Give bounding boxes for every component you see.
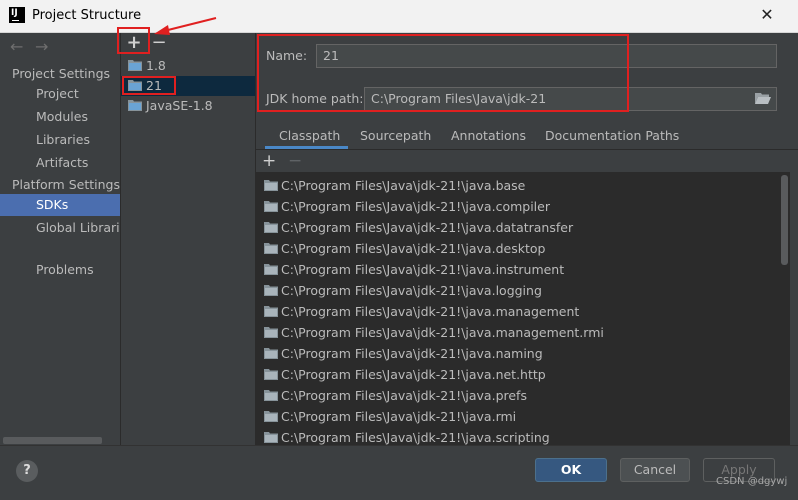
window-title: Project Structure — [32, 8, 142, 23]
help-icon[interactable]: ? — [16, 460, 38, 482]
back-arrow-icon[interactable]: ← — [10, 37, 23, 56]
nav-item-global-libraries[interactable]: Global Libraries — [0, 217, 120, 239]
annotation-box-fields — [257, 34, 629, 112]
classpath-entry: C:\Program Files\Java\jdk-21!\java.manag… — [281, 325, 604, 340]
annotation-box-add — [117, 27, 150, 54]
list-item[interactable]: C:\Program Files\Java\jdk-21!\java.compi… — [256, 196, 790, 217]
list-item[interactable]: C:\Program Files\Java\jdk-21!\java.datat… — [256, 217, 790, 238]
list-item[interactable]: C:\Program Files\Java\jdk-21!\java.prefs — [256, 385, 790, 406]
intellij-logo-icon: IJ — [9, 7, 25, 23]
classpath-vertical-scrollbar[interactable] — [781, 175, 788, 265]
classpath-entry: C:\Program Files\Java\jdk-21!\java.deskt… — [281, 241, 546, 256]
list-item[interactable]: C:\Program Files\Java\jdk-21!\java.manag… — [256, 322, 790, 343]
classpath-entry: C:\Program Files\Java\jdk-21!\java.prefs — [281, 388, 527, 403]
tab-sourcepath[interactable]: Sourcepath — [360, 128, 431, 148]
folder-icon — [264, 302, 278, 323]
folder-icon — [264, 344, 278, 365]
tab-annotations[interactable]: Annotations — [451, 128, 526, 148]
list-item[interactable]: C:\Program Files\Java\jdk-21!\java.manag… — [256, 301, 790, 322]
classpath-entry: C:\Program Files\Java\jdk-21!\java.instr… — [281, 262, 565, 277]
nav-item-problems[interactable]: Problems — [0, 259, 120, 281]
classpath-list[interactable]: C:\Program Files\Java\jdk-21!\java.base … — [256, 172, 790, 445]
add-classpath-button[interactable]: + — [262, 151, 276, 171]
classpath-entry: C:\Program Files\Java\jdk-21!\java.base — [281, 178, 526, 193]
classpath-entry: C:\Program Files\Java\jdk-21!\java.loggi… — [281, 283, 542, 298]
nav-horizontal-scrollbar[interactable] — [3, 437, 102, 444]
ok-button[interactable]: OK — [535, 458, 607, 482]
list-item[interactable]: C:\Program Files\Java\jdk-21!\java.deskt… — [256, 238, 790, 259]
sdk-item[interactable]: JavaSE-1.8 — [121, 96, 255, 116]
remove-classpath-button[interactable]: − — [288, 151, 302, 171]
cancel-button[interactable]: Cancel — [620, 458, 690, 482]
list-item[interactable]: C:\Program Files\Java\jdk-21!\java.rmi — [256, 406, 790, 427]
platform-settings-header: Platform Settings — [12, 177, 120, 192]
classpath-entry: C:\Program Files\Java\jdk-21!\java.scrip… — [281, 430, 550, 445]
close-icon[interactable]: ✕ — [758, 6, 776, 24]
folder-icon — [264, 218, 278, 239]
list-item[interactable]: C:\Program Files\Java\jdk-21!\java.namin… — [256, 343, 790, 364]
annotation-arrow-icon — [154, 17, 217, 35]
classpath-entry: C:\Program Files\Java\jdk-21!\java.rmi — [281, 409, 517, 424]
sdk-item-label: 1.8 — [146, 58, 166, 73]
tab-classpath[interactable]: Classpath — [279, 128, 340, 148]
folder-icon — [264, 323, 278, 344]
sdk-item-label: JavaSE-1.8 — [146, 98, 213, 113]
folder-icon — [264, 386, 278, 407]
folder-icon — [264, 365, 278, 386]
classpath-entry: C:\Program Files\Java\jdk-21!\java.net.h… — [281, 367, 546, 382]
annotation-box-sdk — [122, 76, 176, 95]
list-item[interactable]: C:\Program Files\Java\jdk-21!\java.net.h… — [256, 364, 790, 385]
classpath-entry: C:\Program Files\Java\jdk-21!\java.datat… — [281, 220, 574, 235]
nav-item-sdks[interactable]: SDKs — [0, 194, 120, 216]
nav-item-artifacts[interactable]: Artifacts — [0, 152, 120, 174]
watermark: CSDN @dgywj — [716, 476, 788, 487]
forward-arrow-icon[interactable]: → — [35, 37, 48, 56]
list-item[interactable]: C:\Program Files\Java\jdk-21!\java.loggi… — [256, 280, 790, 301]
nav-item-modules[interactable]: Modules — [0, 106, 120, 128]
list-item[interactable]: C:\Program Files\Java\jdk-21!\java.scrip… — [256, 427, 790, 445]
nav-item-libraries[interactable]: Libraries — [0, 129, 120, 151]
project-settings-header: Project Settings — [12, 66, 111, 81]
folder-icon — [264, 281, 278, 302]
folder-icon — [264, 239, 278, 260]
folder-icon — [128, 57, 142, 77]
sdk-item[interactable]: 1.8 — [121, 56, 255, 76]
tab-separator — [256, 149, 798, 150]
folder-icon — [264, 176, 278, 197]
folder-open-icon[interactable] — [755, 92, 771, 106]
tab-documentation-paths[interactable]: Documentation Paths — [545, 128, 679, 148]
folder-icon — [264, 197, 278, 218]
folder-icon — [264, 428, 278, 445]
folder-icon — [264, 407, 278, 428]
folder-icon — [264, 260, 278, 281]
classpath-entry: C:\Program Files\Java\jdk-21!\java.manag… — [281, 304, 580, 319]
nav-item-project[interactable]: Project — [0, 83, 120, 105]
list-item[interactable]: C:\Program Files\Java\jdk-21!\java.base — [256, 175, 790, 196]
classpath-entry: C:\Program Files\Java\jdk-21!\java.compi… — [281, 199, 550, 214]
classpath-entry: C:\Program Files\Java\jdk-21!\java.namin… — [281, 346, 543, 361]
folder-icon — [128, 97, 142, 117]
list-item[interactable]: C:\Program Files\Java\jdk-21!\java.instr… — [256, 259, 790, 280]
